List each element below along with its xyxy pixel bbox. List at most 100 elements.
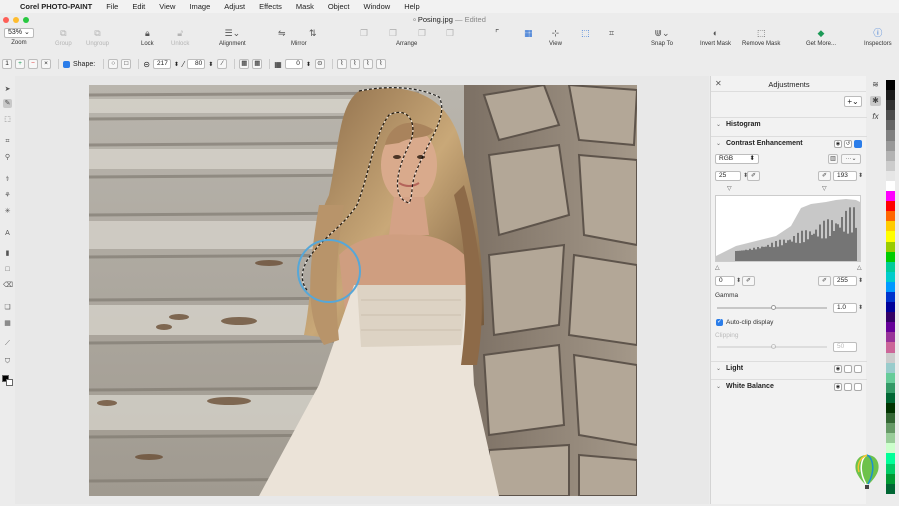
- effect-tool-icon[interactable]: ❏: [3, 303, 12, 312]
- menu-window[interactable]: Window: [364, 2, 391, 11]
- visibility-icon[interactable]: ◉: [834, 140, 842, 148]
- pressure-rotate-button[interactable]: ⌇: [375, 59, 386, 69]
- channel-select[interactable]: RGB ⬍: [715, 154, 759, 164]
- arrange-front-button[interactable]: ❐: [360, 28, 368, 39]
- add-adjustment-button[interactable]: +⌄: [844, 96, 862, 107]
- palette-swatch[interactable]: [886, 291, 895, 303]
- color-swatches[interactable]: [2, 375, 13, 386]
- shape-checkbox[interactable]: [63, 60, 70, 68]
- palette-swatch[interactable]: [886, 382, 895, 393]
- palette-swatch[interactable]: [886, 211, 895, 222]
- zoom-control[interactable]: 53% ⌄ Zoom: [4, 28, 34, 46]
- arrange-backward-button[interactable]: ❐: [418, 28, 426, 39]
- arrange-back-button[interactable]: ❐: [446, 28, 454, 39]
- color-palette[interactable]: [886, 80, 895, 494]
- palette-swatch[interactable]: [886, 392, 895, 403]
- palette-swatch[interactable]: [886, 352, 895, 363]
- photo-canvas[interactable]: [89, 85, 637, 496]
- light-section[interactable]: ⌄ Light ◉: [711, 361, 867, 375]
- palette-swatch[interactable]: [886, 140, 895, 151]
- eraser-tool-icon[interactable]: ⌫: [3, 281, 13, 290]
- enable-toggle-icon[interactable]: [854, 365, 862, 373]
- per-channel-button[interactable]: ▥: [828, 154, 838, 164]
- palette-swatch[interactable]: [886, 271, 895, 282]
- brush-preset-button-1[interactable]: ▦: [239, 59, 250, 69]
- pick-tool-icon[interactable]: ➤: [3, 85, 12, 94]
- menu-effects[interactable]: Effects: [259, 2, 282, 11]
- brush-tool-icon[interactable]: ⟋: [3, 339, 12, 348]
- palette-swatch[interactable]: [886, 90, 895, 101]
- palette-swatch[interactable]: [886, 160, 895, 171]
- palette-swatch[interactable]: [886, 110, 895, 121]
- eyedropper-tool-icon[interactable]: ⚕: [3, 175, 12, 184]
- remove-mask-button[interactable]: ⬚ Remove Mask: [742, 28, 780, 47]
- menu-mask[interactable]: Mask: [296, 2, 314, 11]
- output-low-stepper[interactable]: ⬍: [736, 277, 741, 284]
- output-low-marker-icon[interactable]: △: [715, 264, 720, 271]
- palette-swatch[interactable]: [886, 80, 895, 91]
- histogram-graph[interactable]: [715, 195, 861, 262]
- snap-to-button[interactable]: ⋓⌄ Snap To: [651, 28, 673, 47]
- brush-preset-button-2[interactable]: ▦: [252, 59, 263, 69]
- palette-swatch[interactable]: [886, 423, 895, 434]
- feather-button[interactable]: ⁄: [217, 59, 228, 69]
- ungroup-button[interactable]: ⧉ Ungroup: [86, 28, 109, 47]
- adjustments-icon[interactable]: ✱: [870, 96, 881, 106]
- palette-swatch[interactable]: [886, 443, 895, 454]
- palette-swatch[interactable]: [886, 120, 895, 131]
- rotate-field[interactable]: 0: [284, 59, 303, 69]
- gamma-field[interactable]: 1.0: [833, 303, 857, 313]
- stylus-button[interactable]: ⊙: [314, 59, 325, 69]
- mode-add-button[interactable]: +: [15, 59, 25, 69]
- transparency-field[interactable]: 80: [187, 59, 206, 69]
- mask-brush-tool-icon[interactable]: ✎: [3, 99, 12, 108]
- text-tool-icon[interactable]: A: [3, 229, 12, 238]
- palette-swatch[interactable]: [886, 261, 895, 272]
- pressure-tilt-button[interactable]: ⌇: [362, 59, 373, 69]
- fill-tool-icon[interactable]: ▦: [3, 319, 12, 328]
- palette-swatch[interactable]: [886, 342, 895, 353]
- output-high-stepper[interactable]: ⬍: [858, 277, 863, 284]
- black-eyedropper-button[interactable]: ✐: [747, 171, 760, 181]
- app-menu[interactable]: Corel PHOTO-PAINT: [20, 2, 92, 11]
- pressure-size-button[interactable]: ⌇: [336, 59, 347, 69]
- palette-swatch[interactable]: [886, 180, 895, 192]
- mask-transform-tool-icon[interactable]: ⬚: [3, 115, 12, 124]
- zoom-tool-icon[interactable]: ⚲: [3, 153, 12, 162]
- palette-swatch[interactable]: [886, 332, 895, 343]
- mirror-vertical-button[interactable]: ⇅: [309, 28, 317, 39]
- inspectors-button[interactable]: ⓘ Inspectors: [864, 28, 892, 47]
- input-high-field[interactable]: 193: [833, 171, 857, 181]
- reset-icon[interactable]: [844, 365, 852, 373]
- palette-swatch[interactable]: [886, 453, 895, 464]
- input-low-field[interactable]: 25: [715, 171, 741, 181]
- view-crop-button[interactable]: ⌗: [609, 28, 614, 39]
- shape-square-button[interactable]: □: [121, 59, 132, 69]
- clone-tool-icon[interactable]: ⚘: [3, 191, 12, 200]
- menu-file[interactable]: File: [106, 2, 118, 11]
- input-low-marker-icon[interactable]: ▽: [727, 185, 732, 192]
- view-guides-button[interactable]: ⊹ View: [549, 28, 562, 47]
- view-marquee-button[interactable]: ⬚: [581, 28, 590, 39]
- more-options-button[interactable]: ···⌄: [841, 154, 861, 164]
- palette-swatch[interactable]: [886, 241, 895, 252]
- group-button[interactable]: ⧉ Group: [55, 28, 72, 47]
- palette-swatch[interactable]: [886, 403, 895, 414]
- palette-swatch[interactable]: [886, 231, 895, 242]
- menu-help[interactable]: Help: [404, 2, 419, 11]
- enable-toggle-icon[interactable]: [854, 140, 862, 148]
- input-high-stepper[interactable]: ⬍: [858, 172, 863, 179]
- clipping-slider-thumb[interactable]: [771, 344, 776, 349]
- view-rulers-button[interactable]: ⌜: [495, 28, 499, 39]
- white-eyedropper-button[interactable]: ✐: [818, 171, 831, 181]
- mode-normal-button[interactable]: 1: [2, 59, 12, 69]
- gamma-slider-thumb[interactable]: [771, 305, 776, 310]
- output-high-eyedropper-button[interactable]: ✐: [818, 276, 831, 286]
- crop-tool-icon[interactable]: ⌗: [3, 137, 12, 146]
- palette-swatch[interactable]: [886, 170, 895, 181]
- transparency-stepper[interactable]: ⬍: [208, 61, 213, 68]
- palette-swatch[interactable]: [886, 251, 895, 262]
- unlock-button[interactable]: 🔓︎ Unlock: [171, 28, 189, 47]
- brush-size-field[interactable]: 217: [152, 59, 171, 69]
- menu-object[interactable]: Object: [328, 2, 350, 11]
